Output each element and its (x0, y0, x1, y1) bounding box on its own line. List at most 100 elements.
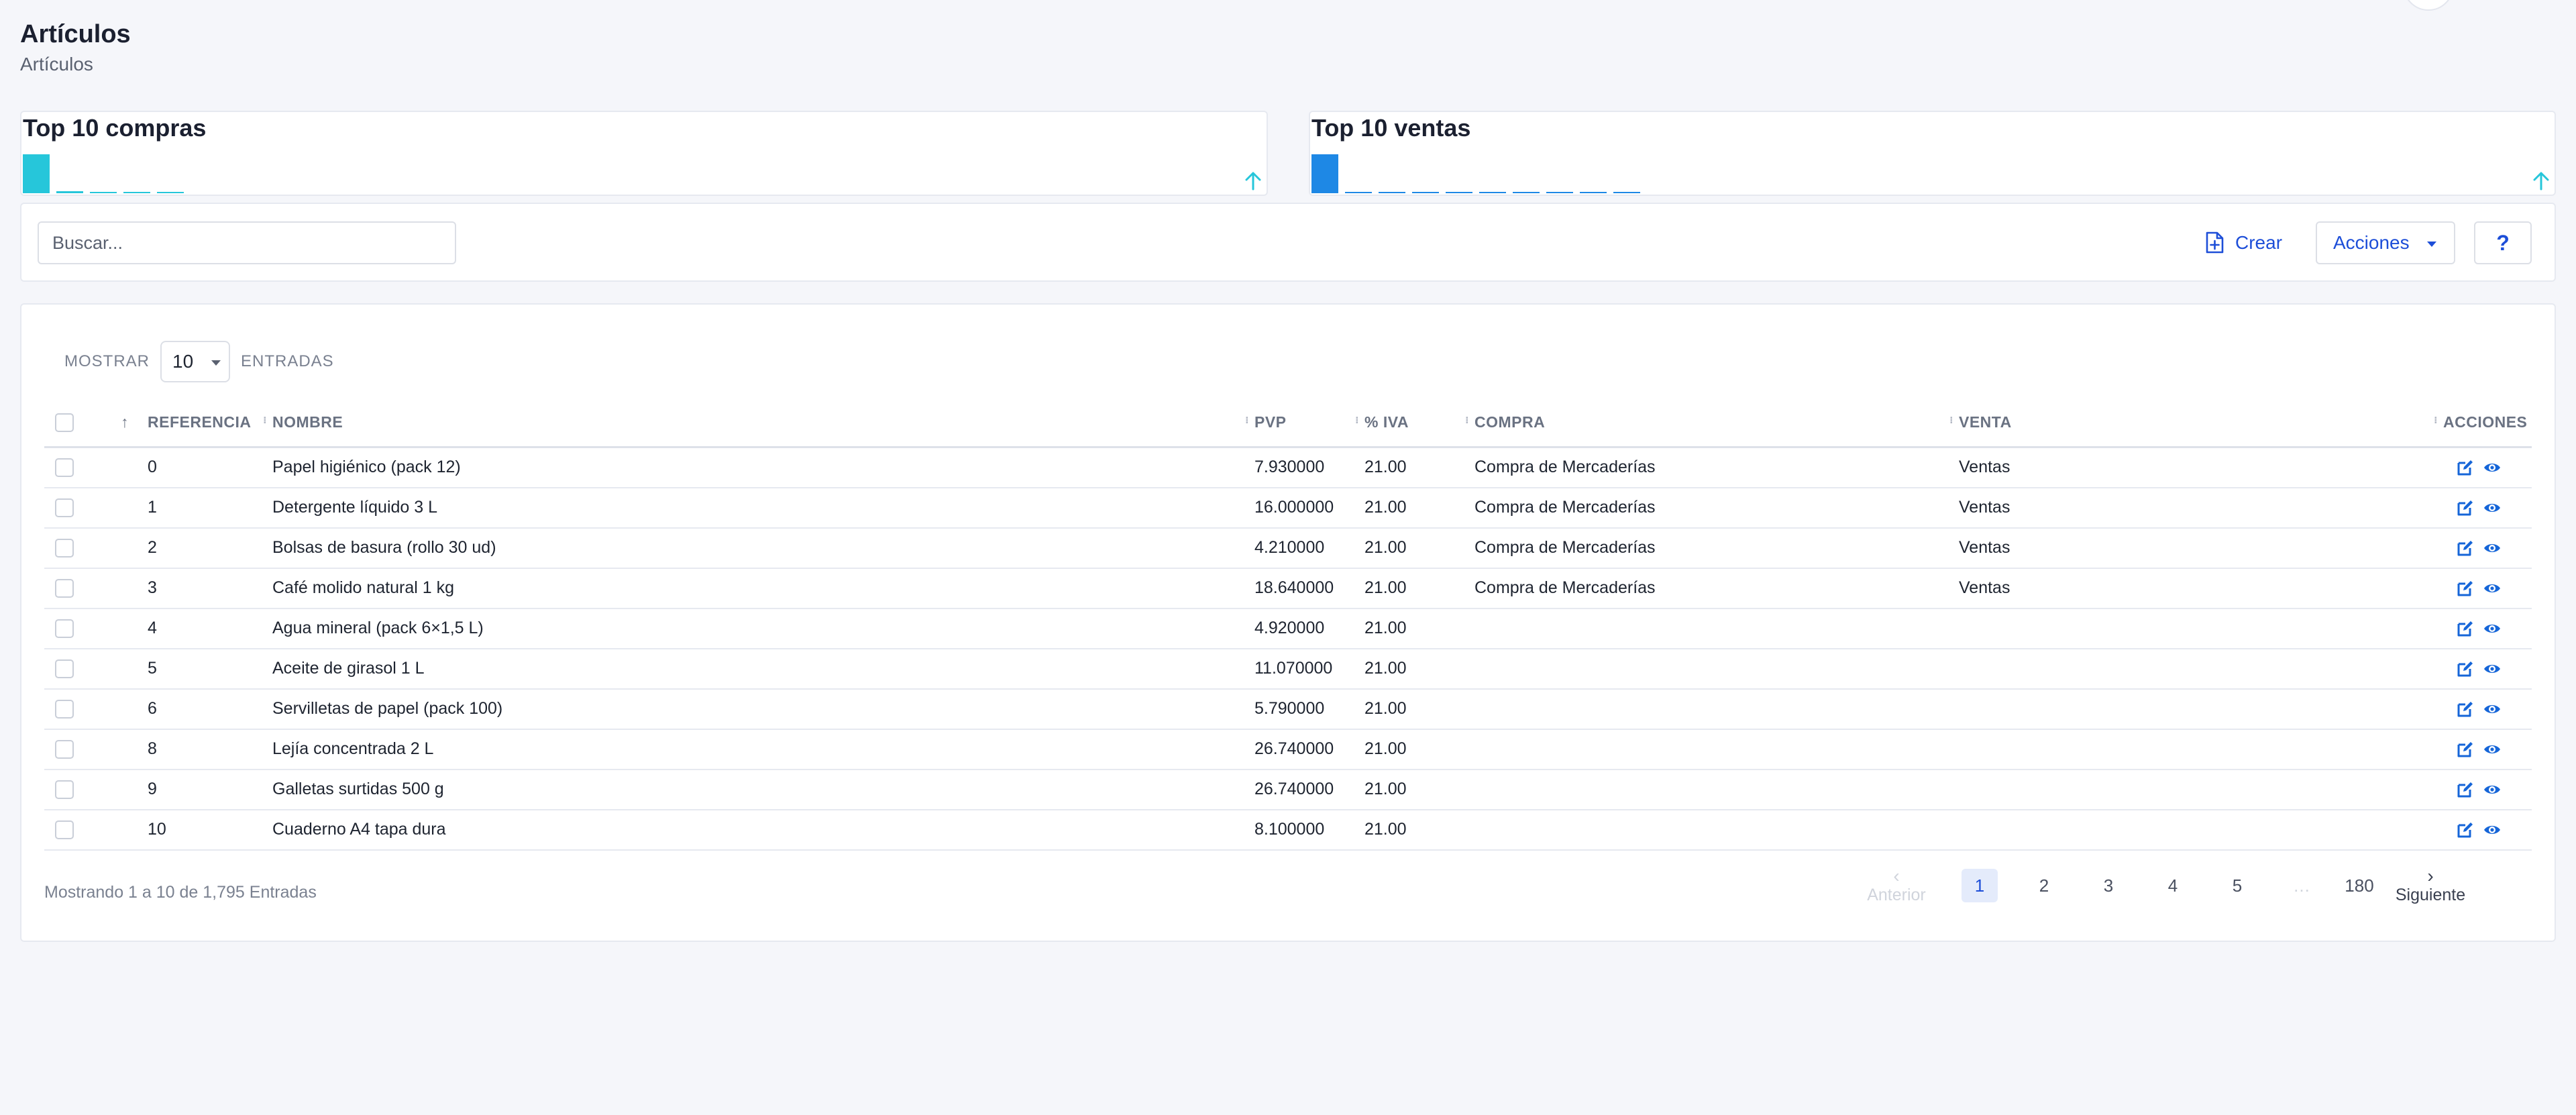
column-iva[interactable]: % IVA ⁝ (1364, 399, 1474, 448)
eye-icon[interactable] (2483, 580, 2501, 597)
pagination-page[interactable]: 3 (2090, 869, 2127, 902)
pagination-page[interactable]: 4 (2155, 869, 2191, 902)
toolbar: Crear Acciones ? (20, 203, 2556, 282)
row-checkbox[interactable] (55, 539, 74, 558)
top-ventas-bar[interactable] (1546, 192, 1573, 193)
pagination-last-page[interactable]: 180 (2341, 869, 2377, 902)
top-compras-bar[interactable] (90, 192, 117, 193)
edit-icon[interactable] (2457, 459, 2474, 476)
top-compras-bar[interactable] (23, 154, 50, 193)
pagination-page[interactable]: 2 (2026, 869, 2062, 902)
table-row[interactable]: 1 Detergente líquido 3 L 16.000000 21.00 Com… (44, 487, 2532, 529)
eye-icon[interactable] (2483, 821, 2501, 839)
column-venta[interactable]: VENTA ⁝ (1959, 399, 2443, 448)
top-ventas-bar[interactable] (1412, 192, 1439, 193)
top-ventas-bar[interactable] (1379, 192, 1405, 193)
sort-icon: ⁝ (1245, 415, 1249, 425)
create-button[interactable]: Crear (2188, 221, 2309, 264)
top-ventas-bar[interactable] (1613, 192, 1640, 193)
table-row[interactable]: 2 Bolsas de basura (rollo 30 ud) 4.210000 2… (44, 527, 2532, 569)
pagination-page[interactable]: 1 (1962, 869, 1998, 902)
user-avatar-button[interactable] (2403, 0, 2454, 11)
eye-icon[interactable] (2483, 620, 2501, 637)
top-compras-bar[interactable] (56, 191, 83, 193)
top-ventas-bar[interactable] (1311, 154, 1338, 193)
pagination-page[interactable]: 5 (2219, 869, 2255, 902)
breadcrumb[interactable]: Artículos (20, 54, 131, 75)
top-ventas-bar[interactable] (1513, 192, 1540, 193)
top-ventas-bar[interactable] (1479, 192, 1506, 193)
row-spacer-cell (102, 729, 148, 770)
top-ventas-bar[interactable] (1345, 192, 1372, 193)
table-row[interactable]: 5 Aceite de girasol 1 L 11.070000 21.00 (44, 648, 2532, 690)
eye-icon[interactable] (2483, 660, 2501, 678)
column-nombre[interactable]: NOMBRE ⁝ (272, 399, 1254, 448)
edit-icon[interactable] (2457, 741, 2474, 758)
column-referencia[interactable]: REFERENCIA ⁝ (148, 399, 272, 448)
eye-icon[interactable] (2483, 741, 2501, 758)
top-compras-widget: Top 10 compras (20, 111, 1268, 196)
column-compra-label: COMPRA (1474, 413, 1546, 431)
column-nombre-label: NOMBRE (272, 413, 343, 431)
row-checkbox[interactable] (55, 820, 74, 840)
cell-nombre: Galletas surtidas 500 g (272, 769, 1254, 810)
arrow-up-icon[interactable] (2532, 170, 2551, 191)
table-row[interactable]: 6 Servilletas de papel (pack 100) 5.790000… (44, 688, 2532, 730)
pagination-next[interactable]: › Siguiente (2394, 866, 2467, 905)
eye-icon[interactable] (2483, 499, 2501, 517)
cell-venta: Ventas (1959, 487, 2443, 529)
row-spacer-cell (102, 648, 148, 690)
pagination-prev-label: Anterior (1867, 885, 1926, 904)
row-checkbox[interactable] (55, 780, 74, 800)
edit-icon[interactable] (2457, 700, 2474, 718)
edit-icon[interactable] (2457, 660, 2474, 678)
row-checkbox[interactable] (55, 619, 74, 639)
row-checkbox[interactable] (55, 458, 74, 478)
edit-icon[interactable] (2457, 499, 2474, 517)
page-length-select[interactable]: 10 (160, 341, 230, 382)
top-compras-bar[interactable] (123, 192, 150, 193)
cell-nombre: Agua mineral (pack 6×1,5 L) (272, 608, 1254, 649)
eye-icon[interactable] (2483, 781, 2501, 798)
pagination-ellipsis: … (2293, 875, 2310, 896)
row-checkbox[interactable] (55, 498, 74, 518)
table-row[interactable]: 9 Galletas surtidas 500 g 26.740000 21.00 (44, 769, 2532, 810)
cell-referencia: 5 (148, 648, 272, 690)
search-input[interactable] (38, 221, 456, 264)
eye-icon[interactable] (2483, 700, 2501, 718)
column-sort-indicator[interactable]: ↑ (102, 399, 148, 448)
select-all-checkbox[interactable] (55, 413, 74, 432)
articles-table: ↑ REFERENCIA ⁝ NOMBRE ⁝ PVP ⁝ % IVA ⁝ COMPRA… (44, 399, 2532, 851)
help-button[interactable]: ? (2474, 221, 2532, 264)
table-row[interactable]: 10 Cuaderno A4 tapa dura 8.100000 21.00 (44, 809, 2532, 851)
select-all-header (44, 399, 102, 448)
table-row[interactable]: 3 Café molido natural 1 kg 18.640000 21.00 C… (44, 568, 2532, 609)
eye-icon[interactable] (2483, 459, 2501, 476)
top-compras-bar[interactable] (157, 192, 184, 193)
cell-acciones (2443, 769, 2532, 810)
top-ventas-bar[interactable] (1580, 192, 1607, 193)
table-row[interactable]: 0 Papel higiénico (pack 12) 7.930000 21.00 C… (44, 447, 2532, 488)
edit-icon[interactable] (2457, 781, 2474, 798)
edit-icon[interactable] (2457, 580, 2474, 597)
row-checkbox[interactable] (55, 659, 74, 679)
top-ventas-bar[interactable] (1446, 192, 1472, 193)
cell-venta (1959, 608, 2443, 649)
cell-venta (1959, 809, 2443, 851)
row-checkbox[interactable] (55, 740, 74, 759)
edit-icon[interactable] (2457, 620, 2474, 637)
actions-dropdown[interactable]: Acciones (2316, 221, 2455, 264)
column-pvp[interactable]: PVP ⁝ (1254, 399, 1364, 448)
table-row[interactable]: 4 Agua mineral (pack 6×1,5 L) 4.920000 21.0… (44, 608, 2532, 649)
pagination-prev[interactable]: ‹ Anterior (1860, 866, 1933, 905)
row-checkbox[interactable] (55, 579, 74, 598)
cell-venta: Ventas (1959, 527, 2443, 569)
length-prefix: MOSTRAR (64, 352, 150, 370)
edit-icon[interactable] (2457, 539, 2474, 557)
row-checkbox[interactable] (55, 700, 74, 719)
table-row[interactable]: 8 Lejía concentrada 2 L 26.740000 21.00 (44, 729, 2532, 770)
edit-icon[interactable] (2457, 821, 2474, 839)
eye-icon[interactable] (2483, 539, 2501, 557)
arrow-up-icon[interactable] (1244, 170, 1263, 191)
column-compra[interactable]: COMPRA ⁝ (1474, 399, 1959, 448)
